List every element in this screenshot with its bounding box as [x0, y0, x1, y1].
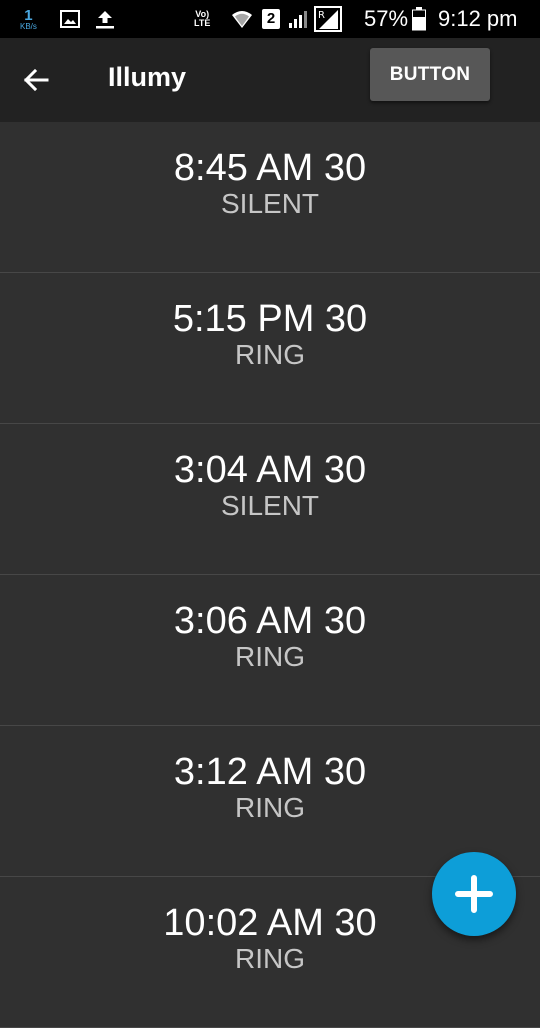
schedule-mode: RING — [235, 641, 305, 672]
network-speed-indicator: 1 KB/s — [20, 0, 37, 38]
clock: 9:12 pm — [438, 6, 518, 31]
volte-indicator: Vo) LTE — [194, 0, 210, 38]
schedule-time: 8:45 AM 30 — [173, 147, 367, 189]
wifi-icon — [230, 0, 254, 38]
schedule-mode: SILENT — [220, 188, 320, 219]
signal-icon — [288, 0, 310, 38]
schedule-mode: RING — [235, 339, 305, 370]
schedule-mode: SILENT — [220, 490, 320, 521]
svg-text:R: R — [318, 10, 325, 21]
schedule-time: 3:04 AM 30 — [173, 449, 367, 491]
schedule-time: 5:15 PM 30 — [172, 298, 368, 340]
roaming-icon: R — [314, 0, 342, 38]
arrow-left-icon[interactable] — [18, 62, 54, 98]
lte-label: LTE — [194, 18, 211, 28]
plus-icon — [455, 875, 493, 913]
gallery-icon — [60, 0, 80, 38]
schedule-time: 3:06 AM 30 — [173, 600, 367, 642]
sim-slot-indicator: 2 — [262, 0, 280, 38]
battery-icon — [412, 0, 426, 38]
battery-percent: 57% — [364, 6, 409, 31]
list-item[interactable]: 5:15 PM 30 RING — [0, 273, 540, 424]
network-speed-value: 1 — [24, 6, 33, 24]
list-item[interactable]: 3:06 AM 30 RING — [0, 575, 540, 726]
status-bar: 1 KB/s Vo) LTE 2 R 57% 9:12 pm — [0, 0, 540, 38]
schedule-time: 3:12 AM 30 — [173, 751, 367, 793]
app-toolbar: Illumy BUTTON — [0, 38, 540, 122]
list-item[interactable]: 3:04 AM 30 SILENT — [0, 424, 540, 575]
toolbar-button[interactable]: BUTTON — [370, 48, 490, 101]
schedule-mode: RING — [235, 943, 305, 974]
add-schedule-button[interactable] — [432, 852, 516, 936]
app-title: Illumy — [108, 62, 187, 92]
upload-icon — [94, 0, 116, 38]
sim-slot-number: 2 — [262, 9, 280, 29]
schedule-mode: RING — [235, 792, 305, 823]
network-speed-unit: KB/s — [20, 21, 37, 31]
list-item[interactable]: 8:45 AM 30 SILENT — [0, 122, 540, 273]
